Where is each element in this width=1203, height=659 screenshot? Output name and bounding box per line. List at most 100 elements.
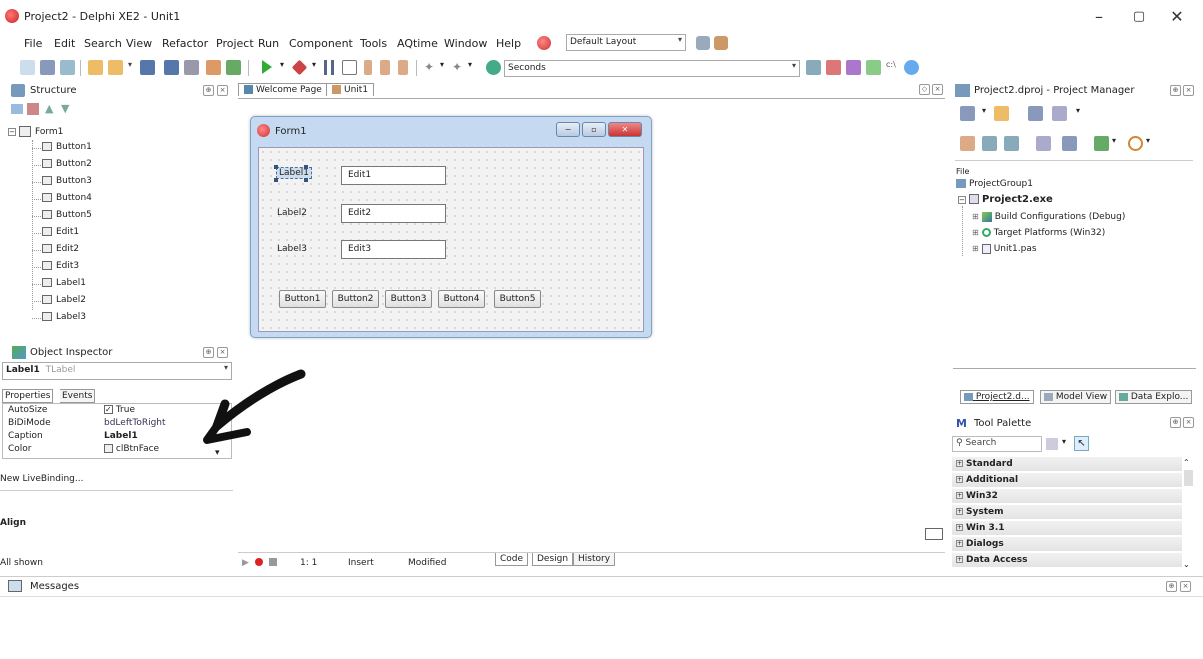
tree-node-label3[interactable]: Label3	[42, 310, 86, 325]
close-panel-icon[interactable]: ×	[1183, 417, 1194, 428]
expand-icon[interactable]: +	[956, 492, 963, 499]
pm-target-platforms[interactable]: ⊞ Target Platforms (Win32)	[972, 225, 1105, 240]
expand-icon[interactable]: ⊞	[972, 228, 979, 237]
menu-view[interactable]: View	[126, 37, 152, 50]
setup-icon[interactable]	[866, 60, 881, 75]
tree-node-button5[interactable]: Button5	[42, 208, 92, 223]
expand-icon[interactable]: ⊞	[972, 244, 979, 253]
expand-icon[interactable]: +	[956, 508, 963, 515]
collapse-icon[interactable]: −	[958, 196, 966, 204]
pin-icon[interactable]: ⊕	[1170, 417, 1181, 428]
palette-search-input[interactable]: ⚲ Search	[952, 436, 1042, 452]
form-close-button[interactable]: ✕	[608, 122, 642, 137]
button2[interactable]: Button2	[332, 290, 379, 308]
new-livebinding-link[interactable]: New LiveBinding...	[0, 474, 83, 484]
palette-scrollbar-thumb[interactable]	[1184, 470, 1193, 486]
prop-caption-value[interactable]: Label1	[104, 430, 138, 443]
back-dropdown-icon[interactable]: ▾	[440, 60, 448, 75]
tab-properties[interactable]: Properties	[2, 389, 54, 403]
expand-icon[interactable]: +	[956, 556, 963, 563]
seconds-combo[interactable]: Seconds ▾	[504, 60, 800, 77]
delete-icon[interactable]	[27, 103, 39, 115]
tab-data-explorer[interactable]: Data Explo...	[1115, 390, 1193, 404]
structure-tool-icon[interactable]	[11, 104, 23, 114]
pm-project-exe[interactable]: − Project2.exe	[958, 192, 1053, 207]
expand-icon[interactable]: +	[956, 476, 963, 483]
tree-node-edit1[interactable]: Edit1	[42, 225, 79, 240]
scroll-up-icon[interactable]: ⌃	[1183, 458, 1190, 467]
close-panel-icon[interactable]: ×	[217, 85, 228, 96]
pm-activate-icon[interactable]	[1094, 136, 1109, 151]
selection-handle[interactable]	[304, 165, 308, 169]
edit1[interactable]: Edit1	[341, 166, 446, 185]
save-desktop-icon[interactable]	[696, 36, 710, 50]
button4[interactable]: Button4	[438, 290, 485, 308]
pm-sync-icon[interactable]	[960, 136, 975, 151]
pm-compile-icon[interactable]	[1062, 136, 1077, 151]
chevron-down-icon[interactable]: ▾	[1062, 437, 1066, 446]
palette-category-additional[interactable]: + Additional	[952, 473, 1182, 488]
pm-options-dropdown-icon[interactable]: ▾	[1076, 106, 1084, 121]
run-dropdown-icon[interactable]: ▾	[280, 60, 288, 75]
prop-bidimode-value[interactable]: bdLeftToRight	[104, 417, 166, 430]
run-profiler-icon[interactable]	[826, 60, 841, 75]
palette-category-data-access[interactable]: + Data Access	[952, 553, 1182, 568]
close-panel-icon[interactable]: ×	[1183, 85, 1194, 96]
collapse-icon[interactable]: −	[8, 128, 16, 136]
palette-category-win-3-1[interactable]: + Win 3.1	[952, 521, 1182, 536]
open-project-icon[interactable]	[108, 60, 123, 75]
close-tab-icon[interactable]: ×	[932, 84, 943, 95]
palette-category-win32[interactable]: + Win32	[952, 489, 1182, 504]
open-dropdown-icon[interactable]: ▾	[128, 60, 136, 75]
move-down-icon[interactable]: ▼	[61, 102, 69, 115]
forward-dropdown-icon[interactable]: ▾	[468, 60, 476, 75]
set-debug-desktop-icon[interactable]	[714, 36, 728, 50]
tree-node-edit2[interactable]: Edit2	[42, 242, 79, 257]
menu-project[interactable]: Project	[216, 37, 254, 50]
palette-category-standard[interactable]: + Standard	[952, 457, 1182, 472]
pm-remove-icon[interactable]	[1028, 106, 1043, 121]
pm-platform-icon[interactable]	[1128, 136, 1143, 151]
back-icon[interactable]: ✦	[424, 60, 439, 75]
tab-list-icon[interactable]: ◇	[919, 84, 930, 95]
close-panel-icon[interactable]: ×	[1180, 581, 1191, 592]
menu-file[interactable]: File	[24, 37, 42, 50]
tab-history[interactable]: History	[573, 553, 616, 566]
new-items-icon[interactable]	[20, 60, 35, 75]
debug-dropdown-icon[interactable]: ▾	[312, 60, 320, 75]
tab-design[interactable]: Design	[532, 553, 574, 566]
pin-icon[interactable]: ⊕	[203, 85, 214, 96]
pm-build-configurations[interactable]: ⊞ Build Configurations (Debug)	[972, 209, 1125, 224]
menu-refactor[interactable]: Refactor	[162, 37, 208, 50]
add-to-project-icon[interactable]	[206, 60, 221, 75]
analysis-icon[interactable]	[846, 60, 861, 75]
menu-component[interactable]: Component	[289, 37, 353, 50]
tree-node-label1[interactable]: Label1	[42, 276, 86, 291]
menu-tools[interactable]: Tools	[360, 37, 387, 50]
tree-node-form1[interactable]: − Form1	[8, 125, 63, 140]
pin-icon[interactable]: ⊕	[1166, 581, 1177, 592]
menu-edit[interactable]: Edit	[54, 37, 75, 50]
label3[interactable]: Label3	[277, 244, 307, 254]
edit2[interactable]: Edit2	[341, 204, 446, 223]
label2[interactable]: Label2	[277, 208, 307, 218]
run-icon[interactable]	[262, 60, 272, 74]
aqtime-profile-icon[interactable]	[486, 60, 501, 75]
expand-icon[interactable]: ⊞	[972, 212, 979, 221]
macro-stop-icon[interactable]	[269, 558, 277, 566]
form-minimize-button[interactable]: −	[556, 122, 580, 137]
pm-open-icon[interactable]	[994, 106, 1009, 121]
restore-button[interactable]: ▢	[1122, 6, 1156, 28]
run-without-debug-icon[interactable]	[291, 59, 308, 76]
palette-category-system[interactable]: + System	[952, 505, 1182, 520]
pin-icon[interactable]: ⊕	[203, 347, 214, 358]
pm-expand-icon[interactable]	[982, 136, 997, 151]
close-panel-icon[interactable]: ×	[217, 347, 228, 358]
menu-aqtime[interactable]: AQtime	[397, 37, 438, 50]
pm-activate-dropdown-icon[interactable]: ▾	[1112, 136, 1120, 151]
tab-welcome-page[interactable]: Welcome Page	[238, 83, 328, 96]
new-form-icon[interactable]	[40, 60, 55, 75]
menu-run[interactable]: Run	[258, 37, 279, 50]
expand-icon[interactable]: +	[956, 540, 963, 547]
scroll-down-icon[interactable]: ⌄	[1183, 560, 1190, 569]
